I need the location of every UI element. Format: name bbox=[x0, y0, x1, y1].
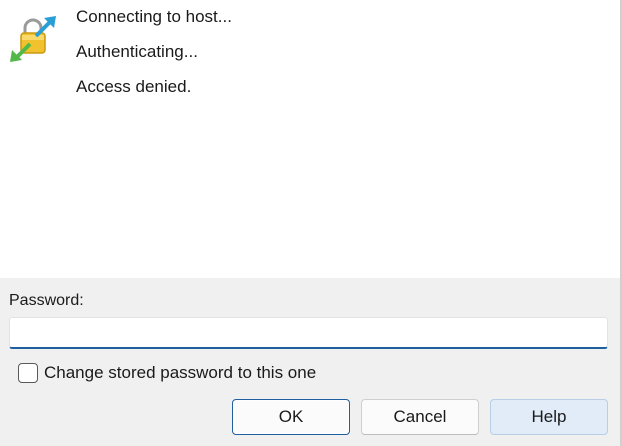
log-line-access-denied: Access denied. bbox=[76, 77, 192, 96]
password-label: Password: bbox=[9, 292, 84, 309]
log-line-authenticating: Authenticating... bbox=[76, 42, 198, 61]
connection-log-area: Connecting to host... Authenticating... … bbox=[0, 0, 622, 278]
change-stored-password-checkbox[interactable] bbox=[18, 363, 38, 383]
ok-button[interactable]: OK bbox=[232, 399, 350, 435]
help-button[interactable]: Help bbox=[490, 399, 608, 435]
cancel-button[interactable]: Cancel bbox=[361, 399, 479, 435]
change-stored-password-option[interactable]: Change stored password to this one bbox=[18, 362, 316, 384]
change-stored-password-label: Change stored password to this one bbox=[44, 363, 317, 382]
password-input[interactable] bbox=[9, 317, 608, 349]
password-panel: Password: Change stored password to this… bbox=[0, 278, 620, 446]
log-line-connecting: Connecting to host... bbox=[76, 7, 232, 26]
lock-transfer-icon bbox=[8, 14, 58, 64]
